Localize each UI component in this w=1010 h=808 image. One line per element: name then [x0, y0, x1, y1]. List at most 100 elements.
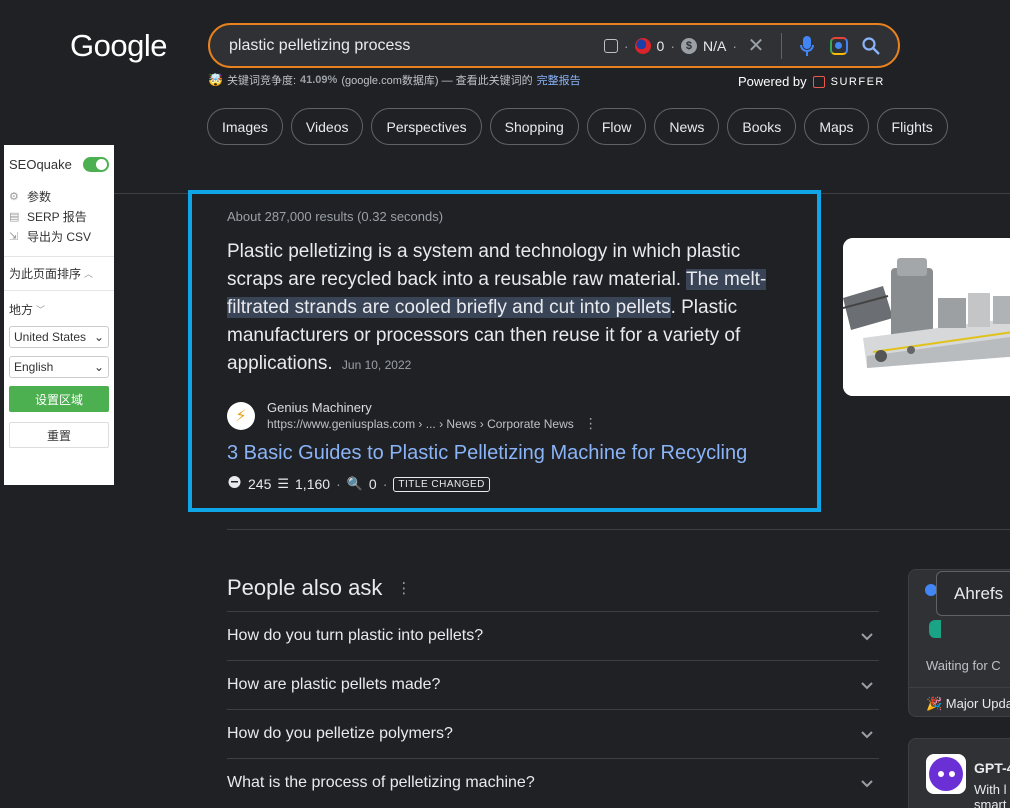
paa-title: People also ask: [227, 575, 383, 600]
full-report-link[interactable]: 完整报告: [537, 72, 581, 88]
sq-sort-section[interactable]: 为此页面排序 ︿: [4, 257, 114, 290]
results-count: About 287,000 results (0.32 seconds): [227, 209, 444, 224]
result-source[interactable]: ⚡ Genius Machinery https://www.geniuspla…: [227, 400, 598, 432]
title-changed-badge: TITLE CHANGED: [393, 476, 490, 492]
lens-camera-icon[interactable]: [826, 36, 852, 55]
separator-dot: ·: [623, 37, 629, 54]
more-options-icon[interactable]: ⋮: [584, 415, 598, 432]
ahrefs-waiting-text: Waiting for C: [926, 658, 1001, 673]
sq-menu-params[interactable]: ⚙ 参数: [9, 186, 109, 206]
chip-maps[interactable]: Maps: [804, 108, 869, 145]
cpc-value: N/A: [702, 37, 727, 54]
chevron-down-icon: [861, 677, 873, 693]
chip-perspectives[interactable]: Perspectives: [371, 108, 482, 145]
source-name: Genius Machinery: [267, 400, 372, 415]
extension-icon: [929, 620, 941, 638]
paa-question[interactable]: How are plastic pellets made?: [227, 660, 879, 709]
chip-news[interactable]: News: [654, 108, 720, 145]
search-box[interactable]: plastic pelletizing process · 0 · $ N/A …: [208, 23, 900, 68]
list-icon: ☰: [277, 476, 290, 491]
seoquake-menu: ⚙ 参数 ▤ SERP 报告 ⇲ 导出为 CSV: [4, 172, 114, 246]
flag-count: 0: [656, 37, 665, 54]
powered-label: Powered by: [738, 74, 807, 89]
sq-menu-serp-report[interactable]: ▤ SERP 报告: [9, 206, 109, 226]
ahrefs-tab[interactable]: Ahrefs: [936, 571, 1010, 616]
paa-question-text: How are plastic pellets made?: [227, 676, 441, 693]
machine-thumbnail-image[interactable]: [843, 238, 1010, 396]
gpt-title: GPT-4: [974, 760, 1010, 776]
search-filter-chips: Images Videos Perspectives Shopping Flow…: [207, 108, 948, 145]
ahrefs-major-update[interactable]: 🎉 Major Upda: [926, 696, 1010, 712]
key-icon: 🔍: [346, 476, 363, 491]
language-value: English: [14, 360, 54, 374]
search-icon[interactable]: [858, 36, 884, 55]
reset-button[interactable]: 重置: [9, 422, 109, 448]
stat-value-1: 245: [248, 476, 272, 492]
stat-value-3: 0: [368, 476, 377, 492]
ahrefs-divider: [908, 687, 1010, 688]
seoquake-toggle[interactable]: [83, 157, 109, 172]
powered-by-surfer[interactable]: Powered by SURFER: [738, 74, 885, 89]
people-also-ask-heading: People also ask ⋮: [227, 575, 411, 601]
dollar-icon: $: [680, 37, 697, 54]
chevron-down-icon: [861, 775, 873, 791]
kd-prefix: 关键词竞争度:: [226, 75, 297, 87]
export-icon: ⇲: [9, 230, 19, 243]
more-options-icon[interactable]: ⋮: [396, 579, 411, 597]
sq-sort-label: 为此页面排序: [9, 267, 82, 281]
kd-middle: (google.com数据库) — 查看此关键词的: [341, 75, 533, 87]
chevron-down-icon: ﹀: [36, 305, 46, 315]
source-url-row: https://www.geniusplas.com › ... › News …: [267, 415, 598, 432]
language-select[interactable]: English ⌄: [9, 356, 109, 378]
clear-icon[interactable]: ✕: [743, 33, 769, 58]
gpt-desc-line: With l: [974, 782, 1007, 797]
seoquake-header: SEOquake: [4, 145, 114, 172]
surfer-logo-icon: [812, 75, 825, 88]
sq-menu-export-csv[interactable]: ⇲ 导出为 CSV: [9, 226, 109, 246]
chip-books[interactable]: Books: [727, 108, 797, 145]
featured-snippet-text: Plastic pelletizing is a system and tech…: [227, 238, 799, 379]
keyword-difficulty-line: 🤯 关键词竞争度: 41.09% (google.com数据库) — 查看此关键…: [208, 72, 581, 88]
report-icon: ▤: [9, 210, 20, 223]
checkbox-icon[interactable]: [603, 38, 618, 53]
kd-percent: 41.09%: [300, 74, 338, 86]
comment-icon: [227, 475, 242, 493]
taiwan-flag-icon: [634, 37, 651, 54]
chip-images[interactable]: Images: [207, 108, 283, 145]
paa-question[interactable]: How do you pelletize polymers?: [227, 709, 879, 758]
google-logo[interactable]: Google: [70, 28, 167, 64]
section-divider: [227, 529, 1010, 530]
chevron-down-icon: ⌄: [93, 360, 104, 374]
chip-videos[interactable]: Videos: [290, 108, 364, 145]
sq-menu-label: 参数: [27, 189, 52, 204]
snippet-date: Jun 10, 2022: [341, 358, 412, 372]
search-input[interactable]: plastic pelletizing process: [229, 37, 604, 55]
chip-flights[interactable]: Flights: [876, 108, 948, 145]
microphone-icon[interactable]: [794, 35, 820, 56]
gear-icon: ⚙: [9, 190, 19, 203]
surfer-emoji-icon: 🤯: [208, 73, 223, 87]
separator-dot: ·: [382, 476, 388, 492]
surfer-brand: SURFER: [830, 75, 885, 88]
gpt-avatar-icon: [926, 754, 966, 794]
paa-question[interactable]: How do you turn plastic into pellets?: [227, 611, 879, 660]
site-favicon-icon: ⚡: [227, 402, 255, 430]
sq-local-section[interactable]: 地方 ﹀: [4, 291, 114, 326]
sq-menu-label: SERP 报告: [27, 209, 87, 224]
gpt-description: With l smart: [974, 782, 1007, 808]
result-title-link[interactable]: 3 Basic Guides to Plastic Pelletizing Ma…: [227, 442, 747, 465]
country-select[interactable]: United States ⌄: [9, 326, 109, 348]
people-also-ask-list: How do you turn plastic into pellets? Ho…: [227, 611, 879, 807]
chevron-down-icon: [861, 628, 873, 644]
country-value: United States: [14, 330, 87, 344]
seoquake-panel: SEOquake ⚙ 参数 ▤ SERP 报告 ⇲ 导出为 CSV 为此页面排序 ︿ …: [4, 145, 114, 485]
paa-question[interactable]: What is the process of pelletizing machi…: [227, 758, 879, 807]
chevron-down-icon: ⌄: [93, 330, 104, 344]
chip-flow[interactable]: Flow: [586, 108, 647, 145]
separator-dot: ·: [336, 476, 341, 492]
set-region-button[interactable]: 设置区域: [9, 386, 109, 412]
source-url: https://www.geniusplas.com › ... › News …: [267, 416, 574, 431]
chip-shopping[interactable]: Shopping: [489, 108, 579, 145]
chevron-up-icon: ︿: [84, 269, 94, 279]
paa-question-text: What is the process of pelletizing machi…: [227, 774, 535, 791]
